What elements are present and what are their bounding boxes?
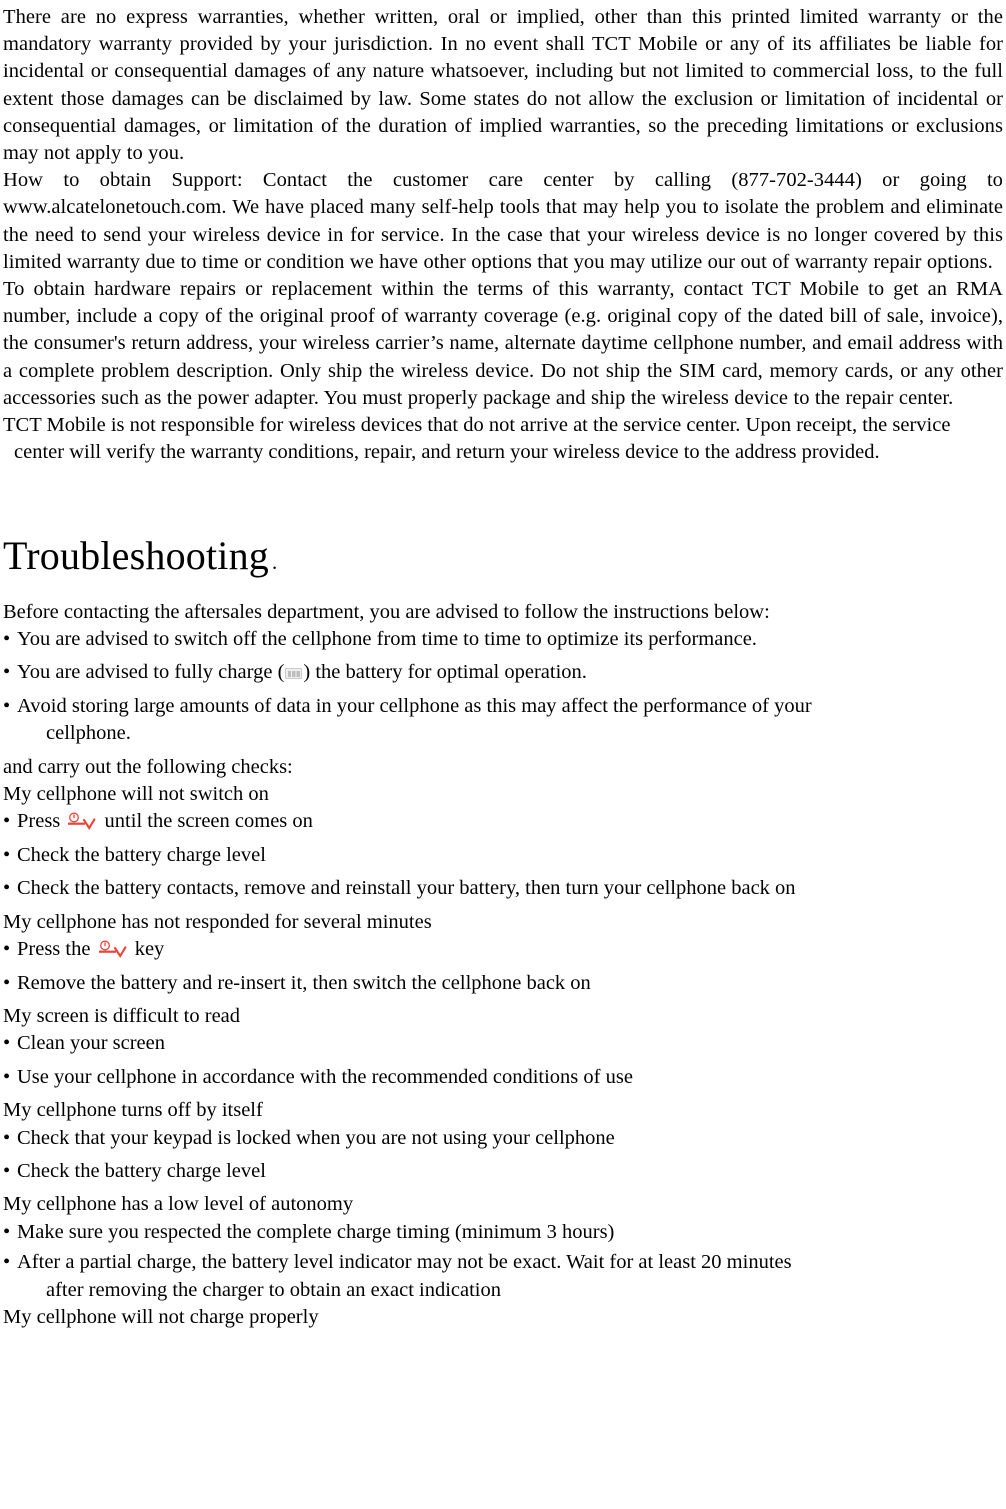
bullet-glyph: • bbox=[3, 661, 11, 684]
section-5-item-2-text: After a partial charge, the battery leve… bbox=[17, 1251, 792, 1274]
page-title-text: Troubleshooting bbox=[3, 532, 270, 578]
section-title-not-responded: My cellphone has not responded for sever… bbox=[3, 910, 432, 933]
section-4-item-2-text: Check the battery charge level bbox=[17, 1159, 266, 1182]
bullet-glyph: • bbox=[3, 1220, 11, 1243]
section-5-item-2: • After a partial charge, the battery lev… bbox=[3, 1249, 1003, 1276]
checks-line: and carry out the following checks: bbox=[3, 755, 293, 778]
section-4-item-1-text: Check that your keypad is locked when yo… bbox=[17, 1126, 615, 1149]
section-2-item-1: • Press the key bbox=[3, 936, 1003, 963]
section-title-turns-off: My cellphone turns off by itself bbox=[3, 1099, 263, 1122]
section-title-low-autonomy: My cellphone has a low level of autonomy bbox=[3, 1193, 354, 1216]
section-4-item-2: • Check the battery charge level bbox=[3, 1158, 1003, 1185]
intro-bullet-3-continuation: cellphone. bbox=[46, 722, 131, 745]
warranty-paragraph-1: There are no express warranties, whether… bbox=[3, 6, 1003, 165]
bullet-glyph: • bbox=[3, 1251, 11, 1274]
intro-bullet-3: • Avoid storing large amounts of data in … bbox=[3, 693, 1003, 720]
document-page: There are no express warranties, whether… bbox=[0, 0, 1006, 1509]
section-title-not-charge: My cellphone will not charge properly bbox=[3, 1305, 319, 1328]
bullet-glyph: • bbox=[3, 810, 11, 833]
page-title: Troubleshooting. bbox=[3, 533, 1003, 585]
bullet-glyph: • bbox=[3, 1065, 11, 1088]
section-1-item-2: • Check the battery charge level bbox=[3, 842, 1003, 869]
warranty-paragraph-4: TCT Mobile is not responsible for wirele… bbox=[3, 414, 951, 464]
section-3-item-2: • Use your cellphone in accordance with t… bbox=[3, 1064, 1003, 1091]
section-1-item-1-pre: Press bbox=[17, 810, 66, 833]
section-5-item-1-text: Make sure you respected the complete cha… bbox=[17, 1220, 615, 1243]
section-2-item-1-post: key bbox=[129, 938, 165, 961]
section-1-item-1: • Press until the screen comes on bbox=[3, 808, 1003, 835]
warranty-paragraph-3: To obtain hardware repairs or replacemen… bbox=[3, 278, 1003, 409]
page-title-suffix: . bbox=[272, 549, 278, 574]
section-5-item-2-continuation: after removing the charger to obtain an … bbox=[46, 1278, 501, 1301]
bullet-glyph: • bbox=[3, 1159, 11, 1182]
section-2-item-2: • Remove the battery and re-insert it, th… bbox=[3, 970, 1003, 997]
post-heading-spacer bbox=[3, 585, 1003, 599]
intro-bullet-1-text: You are advised to switch off the cellph… bbox=[17, 628, 757, 651]
bullet-glyph: • bbox=[3, 1126, 11, 1149]
bullet-glyph: • bbox=[3, 877, 11, 900]
intro-bullet-2-post: ) the battery for optimal operation. bbox=[303, 661, 587, 684]
bullet-glyph: • bbox=[3, 694, 11, 717]
section-5-item-1: • Make sure you respected the complete ch… bbox=[3, 1219, 1003, 1246]
intro-bullet-2: • You are advised to fully charge ( ) the … bbox=[3, 659, 1003, 686]
bullet-glyph: • bbox=[3, 1032, 11, 1055]
section-3-item-1-text: Clean your screen bbox=[17, 1032, 165, 1055]
power-key-icon bbox=[98, 940, 128, 959]
section-1-item-1-post: until the screen comes on bbox=[99, 810, 313, 833]
section-3-item-1: • Clean your screen bbox=[3, 1030, 1003, 1057]
troubleshooting-intro: Before contacting the aftersales departm… bbox=[3, 600, 770, 623]
battery-icon bbox=[285, 668, 303, 680]
bullet-glyph: • bbox=[3, 938, 11, 961]
section-1-item-3: • Check the battery contacts, remove and … bbox=[3, 875, 1003, 902]
section-1-item-2-text: Check the battery charge level bbox=[17, 843, 266, 866]
power-key-icon bbox=[67, 812, 97, 831]
bullet-glyph: • bbox=[3, 628, 11, 651]
warranty-paragraph-2: How to obtain Support: Contact the custo… bbox=[3, 169, 1003, 273]
intro-bullet-3-text: Avoid storing large amounts of data in y… bbox=[17, 694, 812, 717]
intro-bullet-2-pre: You are advised to fully charge ( bbox=[17, 661, 285, 684]
intro-bullet-1: • You are advised to switch off the cellp… bbox=[3, 626, 1003, 653]
section-3-item-2-text: Use your cellphone in accordance with th… bbox=[17, 1065, 633, 1088]
section-2-item-1-pre: Press the bbox=[17, 938, 96, 961]
heading-spacer bbox=[3, 467, 1003, 533]
section-1-item-3-text: Check the battery contacts, remove and r… bbox=[17, 877, 796, 900]
section-title-switch-on: My cellphone will not switch on bbox=[3, 783, 269, 806]
section-2-item-2-text: Remove the battery and re-insert it, the… bbox=[17, 971, 591, 994]
bullet-glyph: • bbox=[3, 971, 11, 994]
section-title-screen-difficult: My screen is difficult to read bbox=[3, 1004, 241, 1027]
bullet-glyph: • bbox=[3, 843, 11, 866]
section-4-item-1: • Check that your keypad is locked when y… bbox=[3, 1125, 1003, 1152]
